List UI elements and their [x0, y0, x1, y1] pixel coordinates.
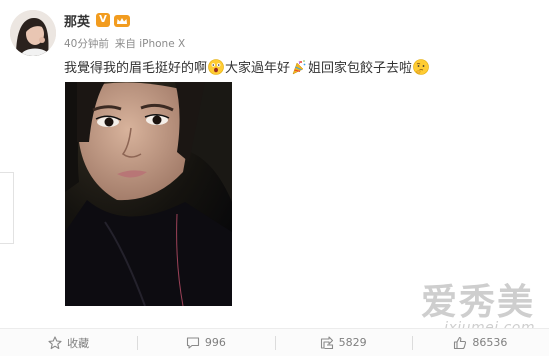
name-row: 那英 V: [64, 10, 131, 30]
action-bar: 收藏 996 5829 86536: [0, 328, 549, 356]
favorite-button[interactable]: 收藏: [0, 329, 137, 356]
post-source[interactable]: 来自 iPhone X: [115, 36, 185, 51]
verified-icon: V: [96, 13, 111, 27]
post-time[interactable]: 40分钟前: [64, 36, 109, 51]
shocked-face-emoji: [208, 58, 224, 75]
comment-button[interactable]: 996: [137, 329, 274, 356]
favorite-label: 收藏: [67, 336, 90, 350]
repost-count: 5829: [338, 336, 367, 349]
like-icon: [454, 336, 467, 349]
party-popper-emoji: [291, 59, 307, 75]
post-text-part2: 大家過年好: [225, 61, 291, 76]
watermark-chinese: 爱秀美: [420, 281, 535, 323]
thinking-face-emoji: [413, 58, 429, 75]
comment-icon: [186, 336, 199, 349]
crown-icon: [114, 13, 131, 27]
side-panel-edge: [0, 172, 14, 244]
post-image[interactable]: [65, 82, 232, 306]
like-button[interactable]: 86536: [411, 329, 549, 356]
repost-button[interactable]: 5829: [274, 329, 412, 356]
star-icon: [48, 335, 62, 349]
post-meta: 40分钟前 来自 iPhone X: [64, 36, 185, 51]
share-icon: [320, 335, 333, 349]
post-text: 我覺得我的眉毛挺好的啊 大家過年好 姐回家包餃子去啦: [64, 57, 430, 76]
post-text-part3: 姐回家包餃子去啦: [308, 61, 413, 76]
avatar[interactable]: [10, 10, 56, 56]
like-count: 86536: [472, 336, 508, 349]
username[interactable]: 那英: [64, 11, 90, 30]
comment-count: 996: [204, 336, 226, 349]
weibo-post-card: 那英 V 40分钟前 来自 iPhone X 我覺得我的眉毛挺好的啊 大家過年好: [0, 0, 549, 356]
post-text-part1: 我覺得我的眉毛挺好的啊: [64, 61, 208, 76]
